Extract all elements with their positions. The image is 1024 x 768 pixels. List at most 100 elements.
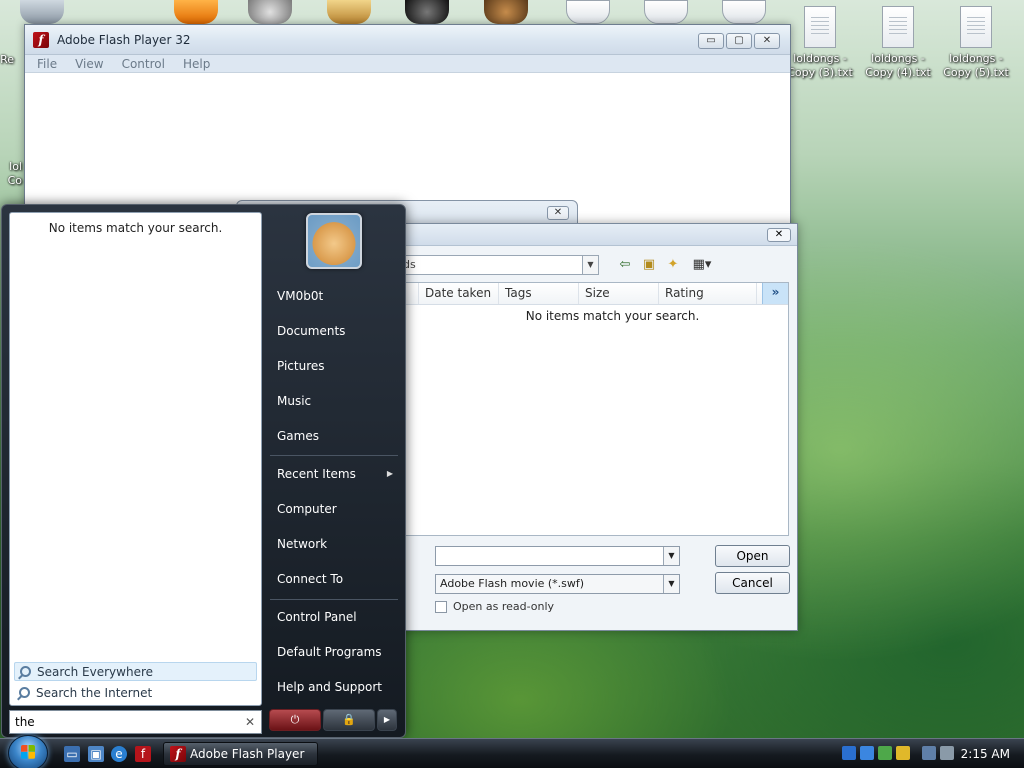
desktop-icon-partial-9[interactable]: [722, 0, 766, 24]
open-file-dialog[interactable]: ✕ ds ▼ ⇦ ▣ ✦ ▦▾ Date taken Tags Size Rat…: [396, 223, 798, 631]
cancel-button[interactable]: Cancel: [715, 572, 790, 594]
desktop-file-icon[interactable]: loldongs - Copy (4).txt: [859, 6, 937, 80]
start-item-pictures[interactable]: Pictures: [277, 355, 397, 377]
start-search-input[interactable]: the ✕: [9, 710, 262, 734]
column-size[interactable]: Size: [579, 283, 659, 304]
maximize-button[interactable]: ▢: [726, 33, 752, 49]
power-button[interactable]: ⏻: [269, 709, 321, 731]
desktop-icon-partial-3[interactable]: [248, 0, 292, 24]
readonly-checkbox[interactable]: [435, 600, 447, 613]
dialog-titlebar[interactable]: ✕: [397, 224, 797, 246]
power-controls: ⏻ 🔒 ▶: [269, 709, 397, 731]
tray-app-icon[interactable]: [878, 746, 892, 760]
desktop-file-label: loldongs - Copy (3).txt: [787, 52, 853, 79]
search-icon: [20, 666, 31, 677]
desktop-icon-partial-2[interactable]: [174, 0, 218, 24]
internet-explorer-icon[interactable]: e: [111, 746, 127, 762]
column-date-taken[interactable]: Date taken: [419, 283, 499, 304]
filetype-combo[interactable]: Adobe Flash movie (*.swf) ▼: [435, 574, 680, 594]
filetype-value: Adobe Flash movie (*.swf): [440, 577, 585, 590]
menu-help[interactable]: Help: [183, 57, 210, 71]
filename-combo[interactable]: ▼: [435, 546, 680, 566]
desktop-icon-partial-1[interactable]: [20, 0, 64, 24]
start-item-user[interactable]: VM0b0t: [277, 285, 397, 307]
desktop-file-icon[interactable]: loldongs - Copy (3).txt: [781, 6, 859, 80]
desktop-icon-partial-7[interactable]: [566, 0, 610, 24]
close-button[interactable]: ✕: [767, 228, 791, 242]
open-button[interactable]: Open: [715, 545, 790, 567]
start-item-control-panel[interactable]: Control Panel: [277, 606, 397, 628]
taskbar-button-label: Adobe Flash Player 32: [190, 747, 305, 761]
start-item-games[interactable]: Games: [277, 425, 397, 447]
desktop-icon-partial-8[interactable]: [644, 0, 688, 24]
close-button[interactable]: ✕: [547, 206, 569, 220]
window-titlebar[interactable]: f Adobe Flash Player 32 ▭ ▢ ✕: [25, 25, 790, 55]
search-icon: [19, 687, 30, 698]
new-folder-icon[interactable]: ✦: [665, 257, 681, 273]
tray-app-icon[interactable]: [896, 746, 910, 760]
readonly-label: Open as read-only: [453, 600, 555, 613]
user-avatar[interactable]: [306, 213, 362, 269]
flash-tray-icon[interactable]: [842, 746, 856, 760]
location-combo[interactable]: ds ▼: [397, 255, 599, 275]
start-item-connect[interactable]: Connect To: [277, 568, 397, 590]
search-internet-label: Search the Internet: [36, 686, 153, 700]
up-folder-icon[interactable]: ▣: [641, 257, 657, 273]
column-rating[interactable]: Rating: [659, 283, 757, 304]
search-internet-link[interactable]: Search the Internet: [14, 684, 257, 703]
column-headers: Date taken Tags Size Rating »: [397, 283, 788, 305]
desktop-icon-partial-6[interactable]: [484, 0, 528, 24]
desktop-label-fragment[interactable]: Re: [0, 53, 14, 67]
view-menu-icon[interactable]: ▦▾: [689, 257, 715, 273]
search-everywhere-label: Search Everywhere: [37, 665, 153, 679]
divider: [270, 599, 398, 600]
clock[interactable]: 2:15 AM: [961, 739, 1010, 768]
start-item-computer[interactable]: Computer: [277, 498, 397, 520]
search-everywhere-link[interactable]: Search Everywhere: [14, 662, 257, 681]
empty-message: No items match your search.: [525, 309, 700, 323]
start-item-default-programs[interactable]: Default Programs: [277, 641, 397, 663]
minimize-button[interactable]: ▭: [698, 33, 724, 49]
start-item-documents[interactable]: Documents: [277, 320, 397, 342]
switch-windows-icon[interactable]: ▣: [88, 746, 104, 762]
close-button[interactable]: ✕: [754, 33, 780, 49]
desktop-icon-partial-5[interactable]: [405, 0, 449, 24]
chevron-down-icon[interactable]: ▼: [663, 575, 679, 593]
column-tags[interactable]: Tags: [499, 283, 579, 304]
shutdown-options-button[interactable]: ▶: [377, 709, 397, 731]
file-list[interactable]: Date taken Tags Size Rating » No items m…: [397, 282, 789, 536]
chevron-down-icon[interactable]: ▼: [663, 547, 679, 565]
start-item-recent[interactable]: Recent Items ▶: [277, 463, 397, 485]
menu-bar: File View Control Help: [25, 55, 790, 73]
desktop-file-icon[interactable]: loldongs - Copy (5).txt: [937, 6, 1015, 80]
system-tray: 2:15 AM: [834, 739, 1024, 768]
show-desktop-icon[interactable]: ▭: [64, 746, 80, 762]
more-columns-button[interactable]: »: [762, 283, 788, 304]
lock-button[interactable]: 🔒: [323, 709, 375, 731]
clear-search-icon[interactable]: ✕: [245, 711, 255, 733]
back-arrow-icon[interactable]: ⇦: [617, 257, 633, 273]
desktop-label-fragment[interactable]: lol Co: [0, 160, 22, 188]
divider: [270, 455, 398, 456]
flash-quicklaunch-icon[interactable]: f: [135, 746, 151, 762]
recent-items-label: Recent Items: [277, 467, 356, 481]
desktop-file-label: loldongs - Copy (5).txt: [943, 52, 1009, 79]
taskbar-flash-button[interactable]: f Adobe Flash Player 32: [163, 742, 318, 766]
desktop-icon-partial-4[interactable]: [327, 0, 371, 24]
chevron-down-icon[interactable]: ▼: [582, 256, 598, 274]
readonly-option[interactable]: Open as read-only: [435, 600, 554, 613]
start-item-help[interactable]: Help and Support: [277, 676, 397, 698]
chevron-right-icon: ▶: [386, 469, 393, 478]
menu-view[interactable]: View: [75, 57, 103, 71]
start-item-music[interactable]: Music: [277, 390, 397, 412]
network-icon[interactable]: [922, 746, 936, 760]
menu-file[interactable]: File: [37, 57, 57, 71]
start-item-network[interactable]: Network: [277, 533, 397, 555]
menu-control[interactable]: Control: [122, 57, 165, 71]
start-button[interactable]: [8, 735, 48, 768]
dialog-bottom: ▼ Adobe Flash movie (*.swf) ▼ Open Cance…: [397, 536, 797, 630]
taskbar: ▭ ▣ e f f Adobe Flash Player 32 2:15 AM: [0, 735, 1024, 768]
flash-tray-icon[interactable]: [860, 746, 874, 760]
start-menu[interactable]: No items match your search. Search Every…: [1, 204, 406, 738]
volume-muted-icon[interactable]: [940, 746, 954, 760]
